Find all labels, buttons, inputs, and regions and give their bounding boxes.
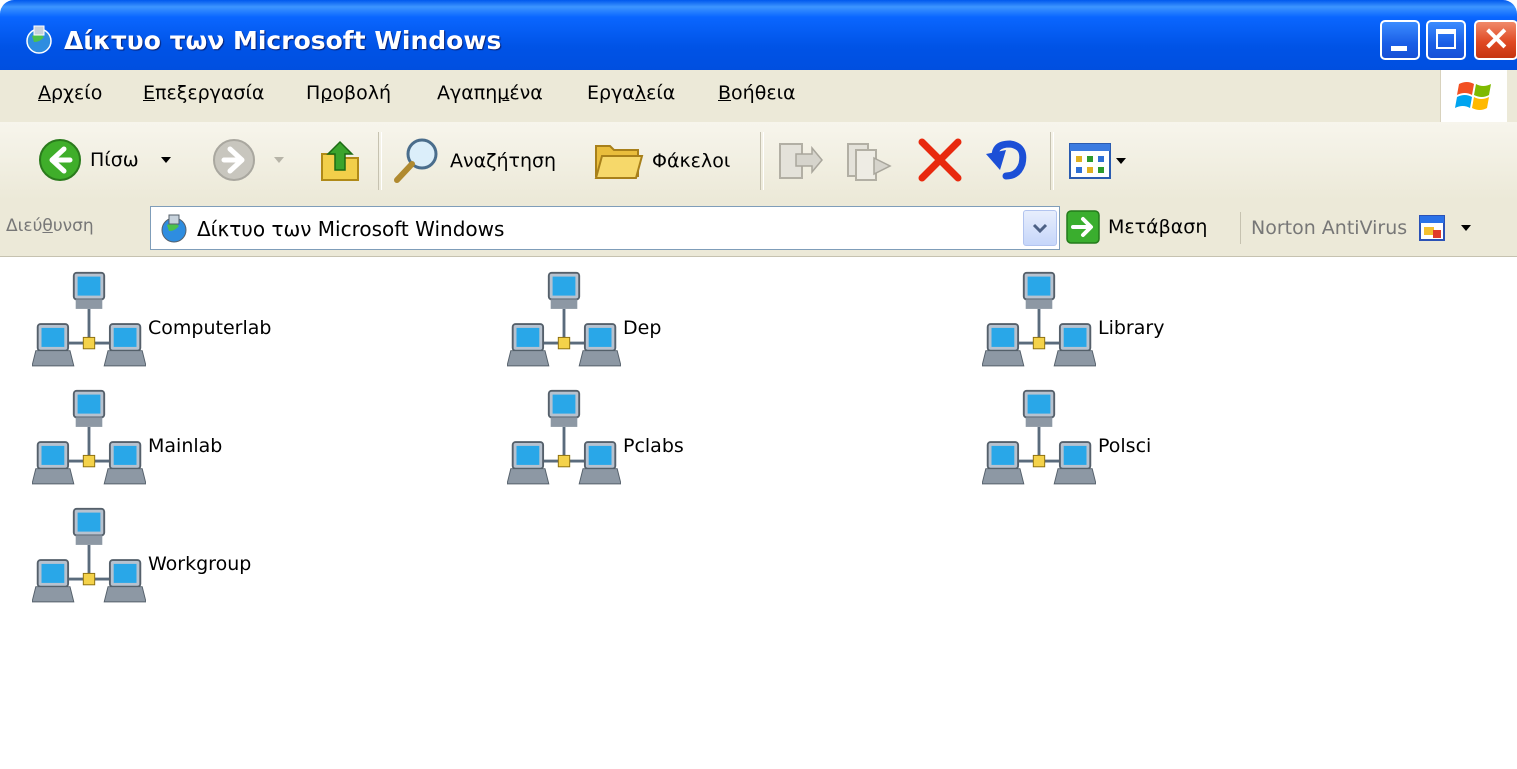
menu-view[interactable]: Προβολή: [306, 82, 391, 104]
views-dropdown-icon[interactable]: [1116, 158, 1126, 164]
menu-bar: Αρχείο Επεξεργασία Προβολή Αγαπημένα Εργ…: [0, 70, 1517, 123]
norton-antivirus-toolbar[interactable]: Norton AntiVirus: [1240, 212, 1472, 244]
move-to-button[interactable]: [776, 138, 824, 182]
list-item[interactable]: Mainlab: [32, 387, 222, 501]
toolbar-separator: [1050, 132, 1054, 190]
menu-tools[interactable]: Εργαλεία: [587, 82, 675, 104]
menu-edit[interactable]: Επεξεργασία: [143, 82, 264, 104]
back-arrow-icon: [39, 139, 81, 181]
norton-dropdown-icon[interactable]: [1461, 225, 1472, 231]
close-icon: ×: [1482, 18, 1511, 58]
search-button[interactable]: Αναζήτηση: [392, 136, 556, 186]
menu-help[interactable]: Βοήθεια: [718, 82, 796, 104]
workgroup-icon: [507, 387, 621, 501]
windows-flag-icon: [1455, 82, 1491, 110]
views-button[interactable]: [1068, 142, 1126, 180]
forward-button[interactable]: [212, 138, 284, 182]
address-dropdown-button[interactable]: [1023, 210, 1057, 246]
workgroup-icon: [982, 269, 1096, 383]
workgroup-icon: [982, 387, 1096, 501]
list-item[interactable]: Library: [982, 269, 1164, 383]
go-button[interactable]: Μετάβαση: [1066, 210, 1207, 244]
standard-toolbar: Πίσω Αναζήτηση Φάκελοι: [0, 122, 1517, 201]
forward-dropdown-icon[interactable]: [274, 157, 284, 163]
workgroup-icon: [32, 387, 146, 501]
folders-button[interactable]: Φάκελοι: [594, 140, 730, 182]
delete-button[interactable]: [916, 136, 964, 184]
chevron-down-icon: [1032, 223, 1048, 234]
delete-x-icon: [918, 138, 962, 182]
up-folder-icon: [321, 140, 359, 181]
search-icon: [394, 138, 438, 183]
network-globe-icon: [161, 214, 187, 243]
move-to-icon: [779, 143, 823, 179]
window-title: Δίκτυο των Microsoft Windows: [64, 26, 502, 55]
toolbar-separator: [378, 132, 382, 190]
undo-button[interactable]: [982, 136, 1030, 184]
minimize-icon: [1391, 46, 1407, 51]
maximize-icon: [1436, 29, 1456, 49]
copy-to-button[interactable]: [844, 138, 892, 182]
network-view: Computerlab Dep Library Mainlab Pclabs P…: [0, 257, 1517, 769]
address-value: Δίκτυο των Microsoft Windows: [197, 217, 505, 241]
minimize-button[interactable]: [1380, 20, 1420, 60]
undo-icon: [986, 140, 1027, 180]
windows-logo: [1440, 70, 1507, 122]
address-bar: Διεύθυνση Δίκτυο των Microsoft Windows Μ…: [0, 200, 1517, 257]
go-arrow-icon: [1066, 210, 1100, 244]
norton-icon: [1419, 215, 1446, 241]
list-item[interactable]: Computerlab: [32, 269, 271, 383]
maximize-button[interactable]: [1426, 20, 1466, 60]
back-dropdown-icon[interactable]: [160, 157, 171, 163]
workgroup-icon: [32, 269, 146, 383]
toolbar-separator: [760, 132, 764, 190]
menu-favorites[interactable]: Αγαπημένα: [437, 82, 543, 104]
back-button[interactable]: Πίσω: [38, 138, 171, 182]
workgroup-icon: [507, 269, 621, 383]
address-input[interactable]: Δίκτυο των Microsoft Windows: [150, 206, 1060, 250]
copy-to-icon: [847, 143, 892, 181]
close-button[interactable]: ×: [1474, 18, 1517, 60]
address-label: Διεύθυνση: [6, 216, 94, 236]
list-item[interactable]: Dep: [507, 269, 661, 383]
views-icon: [1069, 143, 1111, 179]
menu-file[interactable]: Αρχείο: [38, 82, 102, 104]
explorer-window: Δίκτυο των Microsoft Windows × Αρχείο Επ…: [0, 0, 1517, 769]
network-globe-icon: [26, 25, 52, 54]
forward-arrow-icon: [213, 139, 255, 181]
up-folder-button[interactable]: [318, 136, 362, 184]
list-item[interactable]: Workgroup: [32, 505, 251, 619]
workgroup-icon: [32, 505, 146, 619]
list-item[interactable]: Polsci: [982, 387, 1151, 501]
folders-icon: [594, 145, 644, 179]
list-item[interactable]: Pclabs: [507, 387, 684, 501]
